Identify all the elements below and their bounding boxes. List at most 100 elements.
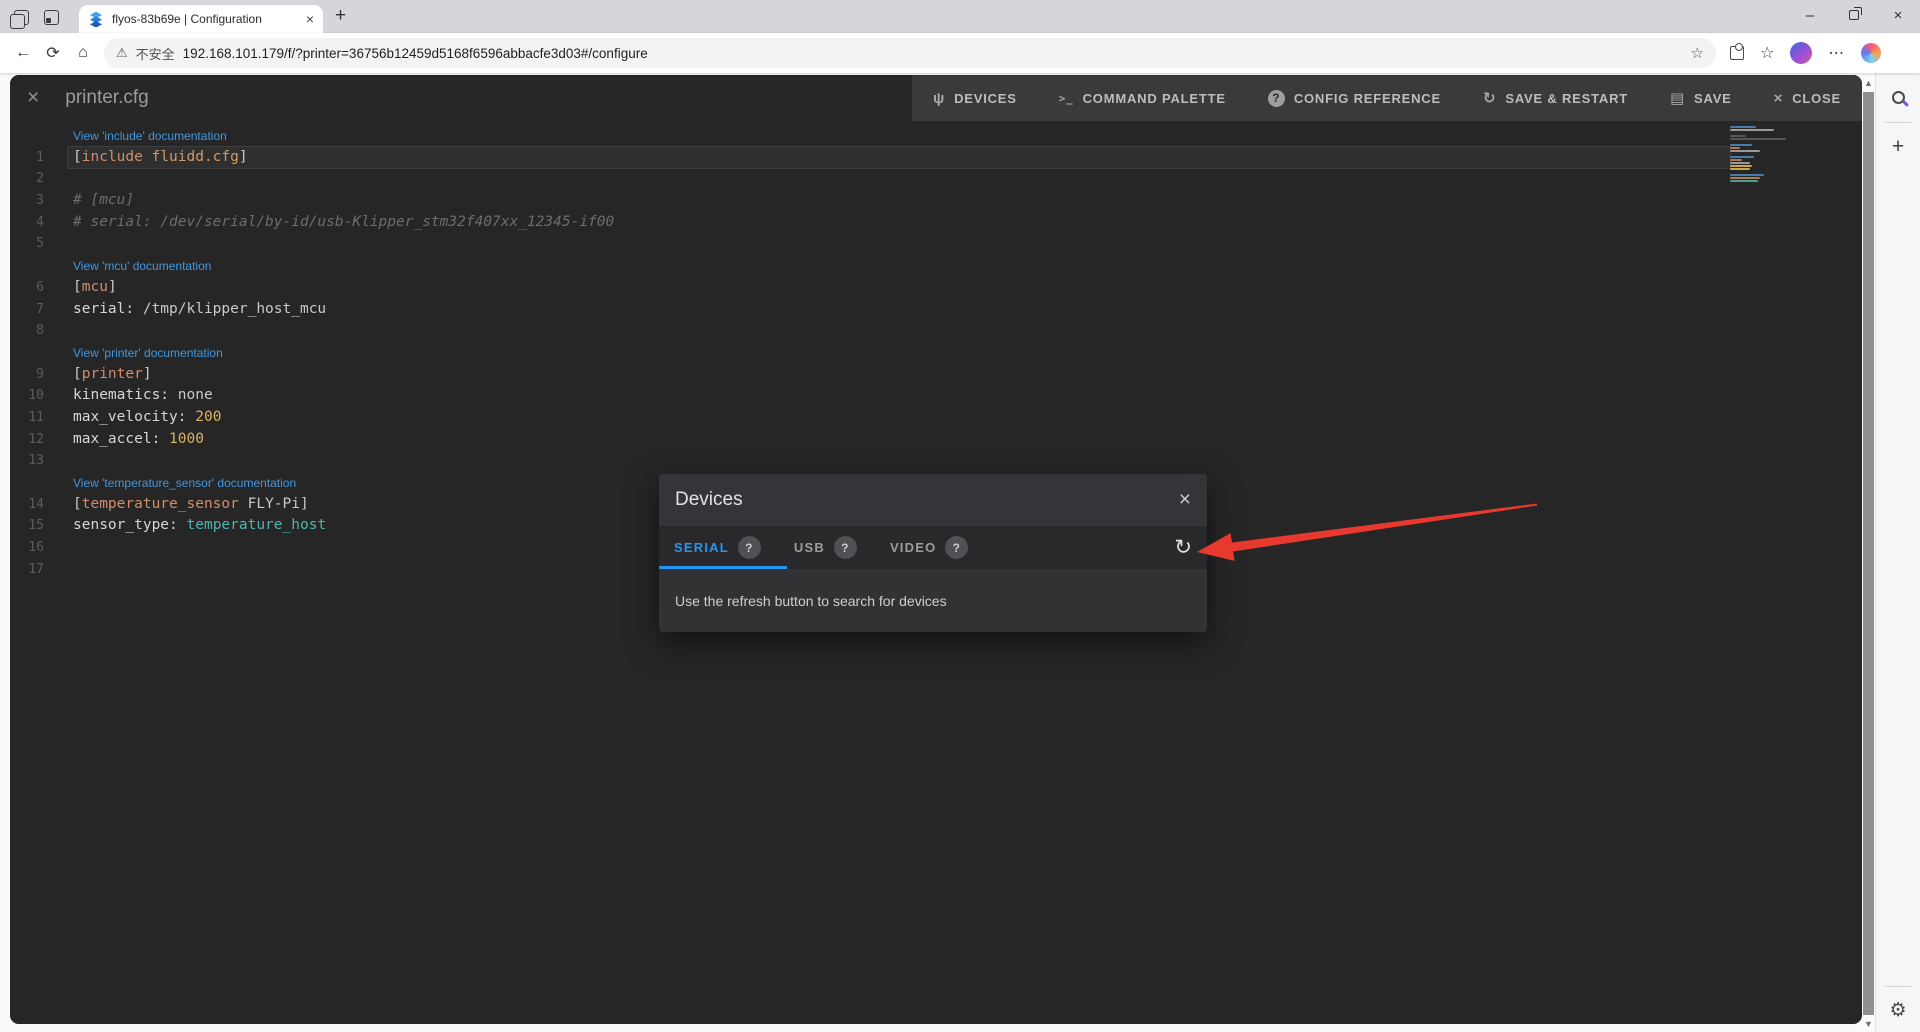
window-restore-button[interactable] xyxy=(1832,0,1876,30)
line-number: 8 xyxy=(36,323,44,339)
fluidd-favicon xyxy=(90,11,102,27)
editor-toolbar-actions: ψ DEVICES >_ COMMAND PALETTE? CONFIG REFEREN… xyxy=(911,75,1862,121)
code-token: sensor_type: xyxy=(73,517,178,534)
code-line-10[interactable]: 10 kinematics: none xyxy=(10,385,1862,407)
favorites-icon[interactable]: ☆ xyxy=(1760,43,1774,63)
scrollbar-thumb[interactable] xyxy=(1863,92,1874,1015)
code-token: [ xyxy=(73,495,82,512)
active-tab-underline xyxy=(659,566,787,569)
toolbar-button-config-reference[interactable]: ? CONFIG REFERENCE xyxy=(1247,75,1462,121)
code-line-7[interactable]: 7 serial: /tmp/klipper_host_mcu xyxy=(10,299,1862,321)
scroll-up-icon[interactable]: ▲ xyxy=(1864,75,1873,91)
copilot-icon[interactable] xyxy=(1861,43,1882,63)
line-number: 11 xyxy=(28,409,44,425)
editor-minimap[interactable] xyxy=(1730,126,1800,183)
codelens-link[interactable]: View 'mcu' documentation xyxy=(73,255,1862,277)
tab-usb[interactable]: USB? xyxy=(794,536,857,559)
config-reference-icon: ? xyxy=(1267,89,1285,107)
toolbar-button-save-restart[interactable]: ↻ SAVE & RESTART xyxy=(1462,75,1649,121)
devices-dialog-close-icon[interactable]: × xyxy=(1179,488,1191,512)
tab-close-icon[interactable]: × xyxy=(306,12,314,26)
tab-actions-icon[interactable] xyxy=(44,10,59,25)
code-line-2[interactable]: 2 xyxy=(10,168,1862,190)
url-text[interactable]: 192.168.101.179/f/?printer=36756b12459d5… xyxy=(183,46,1683,61)
refresh-devices-icon[interactable]: ↻ xyxy=(1174,535,1192,560)
line-content: [mcu] xyxy=(73,277,117,299)
code-token: fluidd.cfg xyxy=(151,148,239,165)
browser-tab[interactable]: flyos-83b69e | Configuration × xyxy=(79,5,323,33)
workspaces-icon[interactable] xyxy=(10,10,29,29)
code-line-11[interactable]: 11 max_velocity: 200 xyxy=(10,407,1862,429)
line-number: 13 xyxy=(28,453,44,469)
new-tab-button[interactable]: + xyxy=(323,5,360,33)
codelens-link[interactable]: View 'printer' documentation xyxy=(73,342,1862,364)
toolbar-button-save[interactable]: ▤ SAVE xyxy=(1649,75,1753,121)
sidebar-divider xyxy=(1885,122,1911,123)
tab-help-badge[interactable]: ? xyxy=(737,536,761,559)
editor-close-icon[interactable]: × xyxy=(27,86,39,110)
line-content: sensor_type: temperature_host xyxy=(73,515,326,537)
code-token: serial: xyxy=(73,300,135,317)
line-content: [include fluidd.cfg] xyxy=(73,147,248,169)
code-line-9[interactable]: 9 [printer] xyxy=(10,364,1862,386)
sidebar-search-icon[interactable] xyxy=(1891,91,1905,104)
toolbar-button-devices[interactable]: ψ DEVICES xyxy=(912,75,1038,121)
code-line-13[interactable]: 13 xyxy=(10,450,1862,472)
toolbar-button-label: CONFIG REFERENCE xyxy=(1293,90,1441,106)
sidebar-settings-icon[interactable]: ⚙ xyxy=(1889,999,1906,1022)
url-input[interactable]: ⚠ 不安全 192.168.101.179/f/?printer=36756b1… xyxy=(104,38,1716,68)
code-line-8[interactable]: 8 xyxy=(10,320,1862,342)
code-line-1[interactable]: 1 [include fluidd.cfg] xyxy=(10,145,1862,170)
line-number: 9 xyxy=(36,366,44,382)
devices-dialog-title: Devices xyxy=(675,489,743,510)
back-icon[interactable]: ← xyxy=(8,44,38,62)
security-label[interactable]: 不安全 xyxy=(136,44,175,63)
code-line-12[interactable]: 12 max_accel: 1000 xyxy=(10,429,1862,451)
line-content: max_velocity: 200 xyxy=(73,407,221,429)
line-number: 4 xyxy=(36,214,44,230)
code-token: /tmp/klipper_host_mcu xyxy=(134,300,327,317)
code-token: # [mcu] xyxy=(73,192,135,209)
codelens-link[interactable]: View 'include' documentation xyxy=(73,125,1862,147)
code-line-4[interactable]: 4 # serial: /dev/serial/by-id/usb-Klipper… xyxy=(10,212,1862,234)
minimap-line xyxy=(1730,138,1786,140)
line-number: 1 xyxy=(36,149,44,165)
browser-tab-strip: flyos-83b69e | Configuration × + – × xyxy=(0,0,1920,33)
code-line-5[interactable]: 5 xyxy=(10,233,1862,255)
line-number: 2 xyxy=(36,171,44,187)
window-minimize-button[interactable]: – xyxy=(1788,0,1832,30)
tab-title: flyos-83b69e | Configuration xyxy=(112,12,262,26)
tab-video[interactable]: VIDEO? xyxy=(889,536,969,559)
tab-help-badge[interactable]: ? xyxy=(833,536,857,559)
line-number: 10 xyxy=(28,388,44,404)
tab-help-badge[interactable]: ? xyxy=(945,536,969,559)
code-token: temperature_host xyxy=(186,517,327,534)
minimap-line xyxy=(1730,159,1742,161)
bookmark-star-icon[interactable]: ☆ xyxy=(1691,44,1704,62)
code-line-6[interactable]: 6 [mcu] xyxy=(10,277,1862,299)
line-content: # serial: /dev/serial/by-id/usb-Klipper_… xyxy=(73,212,614,234)
tab-label: SERIAL xyxy=(674,540,729,555)
toolbar-button-command-palette[interactable]: >_ COMMAND PALETTE xyxy=(1038,75,1247,121)
code-token: ] xyxy=(142,365,152,382)
tab-serial[interactable]: SERIAL? xyxy=(674,536,761,559)
page-scrollbar[interactable]: ▲ ▼ xyxy=(1862,75,1875,1032)
toolbar-button-close[interactable]: × CLOSE xyxy=(1753,75,1862,121)
line-number: 3 xyxy=(36,193,44,209)
code-token: 200 xyxy=(195,408,222,425)
window-close-button[interactable]: × xyxy=(1876,0,1920,30)
sidebar-add-icon[interactable]: + xyxy=(1892,135,1904,159)
extensions-icon[interactable] xyxy=(1730,43,1744,60)
profile-avatar[interactable] xyxy=(1790,42,1813,64)
toolbar-button-label: SAVE & RESTART xyxy=(1505,90,1629,106)
code-line-3[interactable]: 3 # [mcu] xyxy=(10,190,1862,212)
devices-dialog: Devices × SERIAL? USB? VIDEO? ↻ Use the ref… xyxy=(659,474,1207,632)
tab-label: VIDEO xyxy=(889,540,937,555)
scroll-down-icon[interactable]: ▼ xyxy=(1864,1016,1873,1032)
reload-icon[interactable]: ⟳ xyxy=(38,43,68,63)
home-icon[interactable]: ⌂ xyxy=(68,44,98,62)
browser-menu-icon[interactable]: ⋯ xyxy=(1828,43,1845,63)
